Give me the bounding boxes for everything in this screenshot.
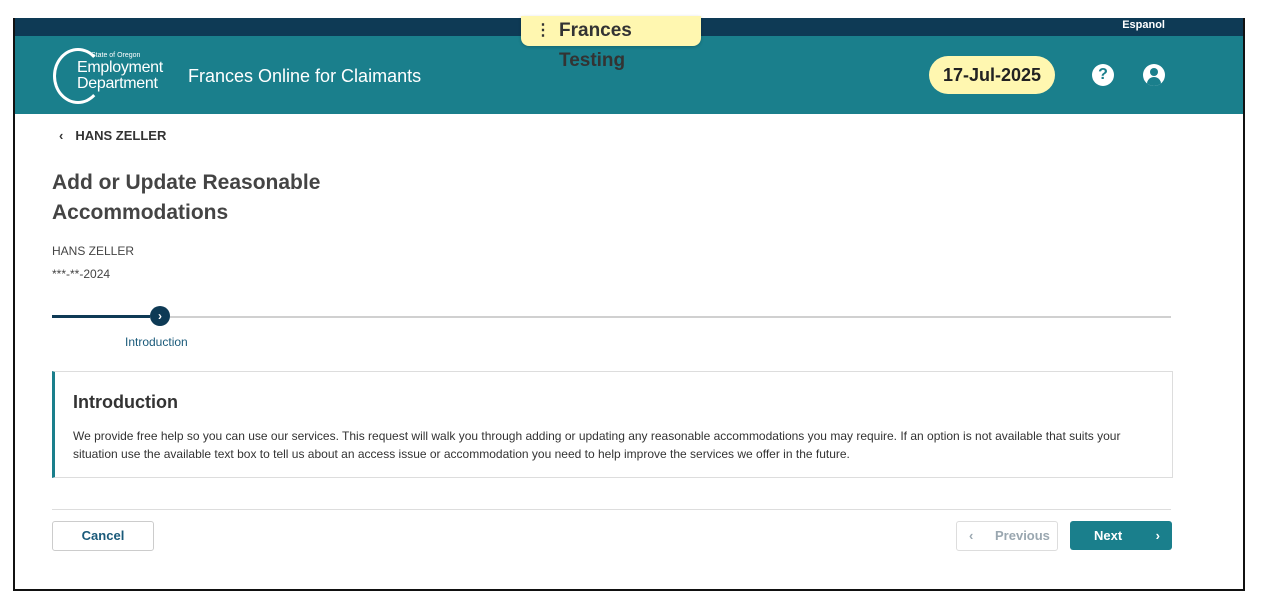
- logo-state-text: State of Oregon: [91, 52, 141, 59]
- previous-label: Previous: [995, 528, 1050, 543]
- user-body-shape: [1147, 77, 1161, 86]
- step-label-introduction[interactable]: Introduction: [125, 335, 188, 349]
- chevron-left-icon: ‹: [969, 528, 974, 543]
- back-link-label: HANS ZELLER: [75, 128, 167, 143]
- user-head-shape: [1150, 68, 1158, 76]
- page-title: Add or Update Reasonable Accommodations: [52, 171, 321, 224]
- date-badge: 17-Jul-2025: [929, 56, 1055, 94]
- language-link[interactable]: Espanol: [1122, 18, 1165, 32]
- claimant-name: HANS ZELLER: [52, 244, 135, 258]
- testing-label: Frances Testing: [559, 20, 632, 71]
- user-account-icon[interactable]: [1143, 64, 1165, 86]
- oregon-employment-logo[interactable]: State of Oregon Employment Department: [53, 48, 173, 104]
- next-label: Next: [1094, 528, 1123, 543]
- more-vertical-icon: ⋮: [535, 22, 551, 39]
- testing-environment-tab[interactable]: ⋮ Frances Testing: [521, 16, 701, 71]
- intro-heading: Introduction: [73, 392, 178, 412]
- chevron-left-icon: ‹: [59, 128, 64, 143]
- help-icon[interactable]: ?: [1092, 64, 1114, 86]
- divider: [52, 509, 1171, 510]
- next-button[interactable]: Next ›: [1070, 521, 1172, 550]
- logo-line2: Department: [77, 75, 158, 92]
- intro-card: Introduction We provide free help so you…: [52, 371, 1173, 478]
- app-window: Espanol State of Oregon Employment Depar…: [13, 18, 1245, 591]
- chevron-right-icon: ›: [1155, 528, 1160, 543]
- stepper-track: [170, 316, 1171, 318]
- claimant-ssn: ***-**-2024: [52, 267, 111, 281]
- back-link[interactable]: ‹ HANS ZELLER: [59, 128, 166, 143]
- previous-button[interactable]: ‹ Previous: [956, 521, 1058, 551]
- step-current-icon[interactable]: ›: [150, 306, 170, 326]
- intro-body: We provide free help so you can use our …: [73, 429, 1121, 461]
- app-title: Frances Online for Claimants: [188, 66, 422, 86]
- cancel-button[interactable]: Cancel: [52, 521, 154, 551]
- stepper-progress-line: [52, 315, 150, 318]
